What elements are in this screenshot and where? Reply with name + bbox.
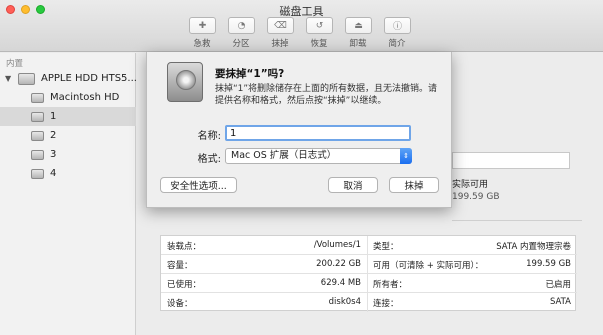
sidebar-item-label: 3 (50, 149, 57, 160)
erase-confirm-button[interactable]: 抹掉 (389, 177, 439, 193)
info-value: 已启用 (545, 280, 571, 290)
info-key: 已使用： (167, 280, 202, 290)
info-key: 装载点： (167, 242, 202, 252)
info-icon: ⓘ (392, 22, 402, 32)
table-row: 已使用： 629.4 MB 所有者： 已启用 (161, 274, 577, 293)
sidebar-item-label: 4 (50, 168, 57, 179)
sidebar-item-label: Macintosh HD (50, 92, 120, 103)
unmount-button[interactable]: ⏏ (345, 17, 372, 34)
erase-button[interactable]: ⌫ (267, 17, 294, 34)
info-key: 所有者： (373, 280, 408, 290)
hard-drive-icon (167, 62, 203, 102)
name-field[interactable] (225, 125, 411, 141)
hard-drive-icon (18, 72, 35, 85)
cancel-button[interactable]: 取消 (328, 177, 378, 193)
info-key: 容量： (167, 261, 193, 271)
chevron-updown-icon: ⇕ (400, 148, 412, 164)
info-value: SATA 内置物理宗卷 (496, 242, 571, 252)
format-select-value: Mac OS 扩展（日志式） (231, 150, 337, 161)
table-row: 设备： disk0s4 连接： SATA (161, 293, 577, 312)
first-aid-button[interactable]: ✚ (189, 17, 216, 34)
format-select[interactable]: Mac OS 扩展（日志式） ⇕ (225, 148, 412, 164)
erase-dialog: 要抹掉“1”吗? 抹掉“1”将删除储存在上面的所有数据，且无法撤销。请提供名称和… (146, 52, 452, 208)
info-key: 可用（可清除 + 实际可用）： (373, 261, 484, 271)
erase-label: 抹掉 (271, 39, 289, 49)
info-value: 629.4 MB (320, 278, 361, 288)
format-label: 格式: (197, 154, 221, 165)
title-bar: 磁盘工具 ✚ 急救 ◔ 分区 ⌫ 抹掉 ↺ 恢复 ⏏ 卸载 ⓘ 简介 (0, 0, 603, 52)
sidebar: 内置 ▼ APPLE HDD HTS5... Macintosh HD 1 2 … (0, 53, 136, 335)
security-options-button[interactable]: 安全性选项... (160, 177, 237, 193)
window-title: 磁盘工具 (279, 5, 324, 18)
info-value: 200.22 GB (316, 259, 361, 269)
volume-icon (31, 92, 44, 103)
volume-icon (31, 149, 44, 160)
restore-label: 恢复 (310, 39, 328, 49)
volume-icon (31, 168, 44, 179)
first-aid-icon: ✚ (198, 20, 207, 31)
table-row: 容量： 200.22 GB 可用（可清除 + 实际可用）： 199.59 GB (161, 255, 577, 274)
sidebar-item-3[interactable]: 3 (0, 145, 136, 164)
sidebar-item-2[interactable]: 2 (0, 126, 136, 145)
dialog-title: 要抹掉“1”吗? (215, 68, 285, 80)
sidebar-item-label: APPLE HDD HTS5... (41, 73, 136, 84)
partition-label: 分区 (232, 39, 250, 49)
usage-bar (452, 152, 570, 169)
sidebar-item-macintosh-hd[interactable]: Macintosh HD (0, 88, 136, 107)
info-value: /Volumes/1 (313, 240, 361, 250)
dialog-message: 抹掉“1”将删除储存在上面的所有数据，且无法撤销。请提供名称和格式，然后点按“抹… (215, 84, 438, 106)
restore-button[interactable]: ↺ (306, 17, 333, 34)
unmount-label: 卸载 (349, 39, 367, 49)
volume-icon (31, 130, 44, 141)
info-value: SATA (549, 297, 571, 307)
sidebar-item-label: 2 (50, 130, 57, 141)
disclosure-triangle-icon[interactable]: ▼ (5, 74, 11, 83)
info-button[interactable]: ⓘ (384, 17, 411, 34)
partition-button[interactable]: ◔ (228, 17, 255, 34)
table-row: 装载点： /Volumes/1 类型： SATA 内置物理宗卷 (161, 236, 577, 255)
available-label: 实际可用 (452, 180, 489, 190)
partition-icon: ◔ (237, 20, 246, 31)
unmount-icon: ⏏ (354, 20, 363, 31)
sidebar-header: 内置 (6, 59, 24, 69)
info-key: 类型： (373, 242, 399, 252)
available-value: 199.59 GB (452, 192, 500, 202)
divider (452, 220, 582, 221)
info-value: disk0s4 (328, 297, 361, 307)
name-label: 名称: (197, 131, 221, 142)
info-key: 连接： (373, 299, 399, 309)
erase-icon: ⌫ (274, 20, 287, 31)
info-key: 设备： (167, 299, 193, 309)
restore-icon: ↺ (315, 20, 324, 31)
volume-icon (31, 111, 44, 122)
info-label: 简介 (388, 39, 406, 49)
sidebar-item-drive[interactable]: ▼ APPLE HDD HTS5... (0, 69, 136, 88)
sidebar-item-label: 1 (50, 111, 57, 122)
volume-info-table: 装载点： /Volumes/1 类型： SATA 内置物理宗卷 容量： 200.… (160, 235, 577, 312)
first-aid-label: 急救 (193, 39, 211, 49)
sidebar-item-1[interactable]: 1 (0, 107, 136, 126)
sidebar-item-4[interactable]: 4 (0, 164, 136, 183)
info-value: 199.59 GB (526, 259, 571, 269)
